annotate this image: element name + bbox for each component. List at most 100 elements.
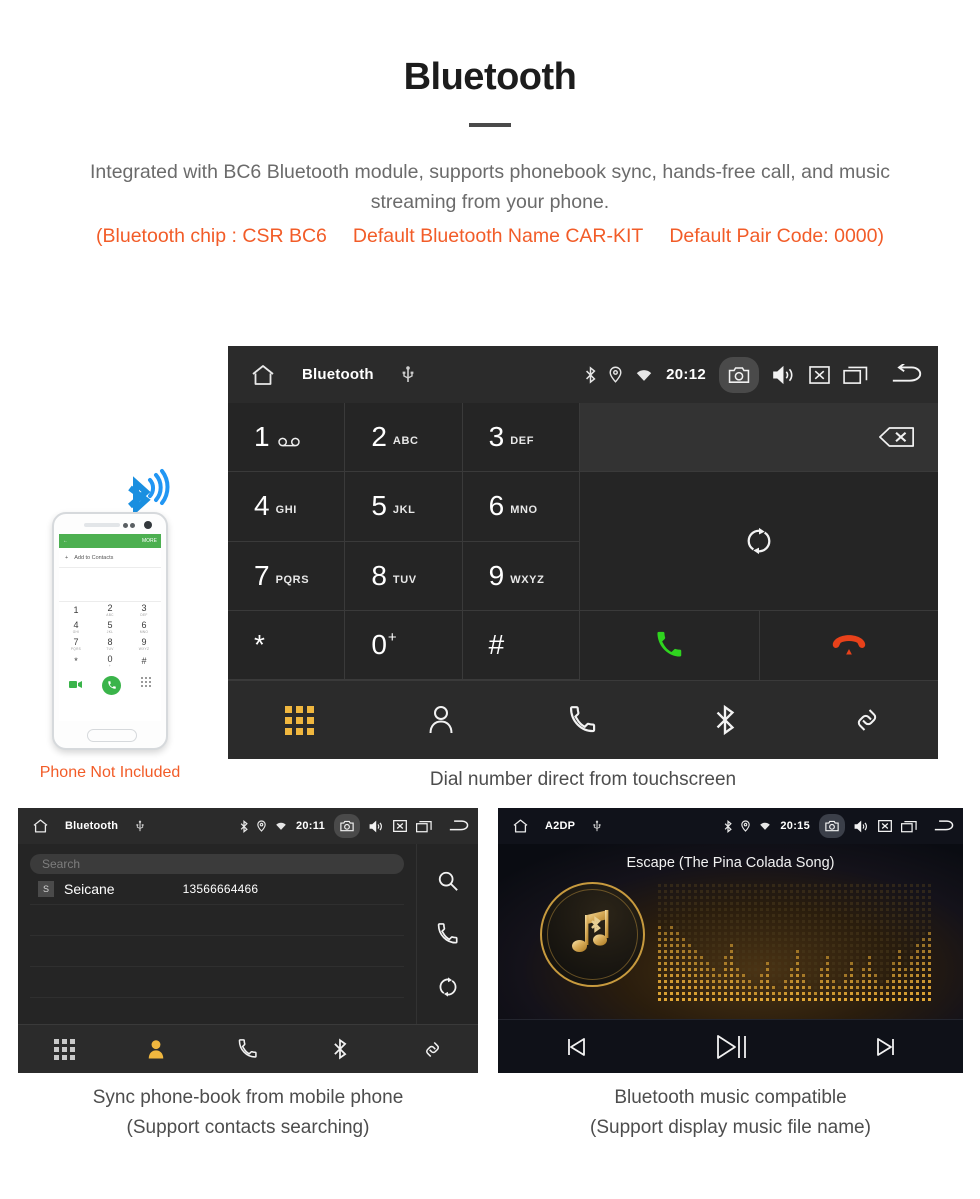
dial-key-6[interactable]: 6 MNO — [462, 472, 580, 542]
contact-row-empty — [30, 936, 404, 967]
dial-key-9[interactable]: 9 WXYZ — [462, 541, 580, 611]
dialer-statusbar: Bluetooth 20:12 — [228, 346, 938, 403]
tab-link[interactable] — [386, 1039, 478, 1060]
phone-add-contacts-row: + Add to Contacts — [59, 548, 161, 568]
tab-contacts[interactable] — [370, 705, 512, 735]
end-call-button[interactable] — [760, 611, 939, 680]
music-stage: Escape (The Pina Colada Song) — [498, 844, 963, 1019]
phone-key: 2 ABC — [106, 603, 114, 618]
dial-key-0[interactable]: 0 + — [345, 610, 463, 680]
phone-key: 5 JKL — [106, 620, 114, 635]
tab-link[interactable] — [796, 705, 938, 735]
previous-track-button[interactable] — [498, 1034, 653, 1060]
music-clock: 20:15 — [780, 820, 810, 832]
phone-body: ← MORE + Add to Contacts 1 2 ABC 3 DEF 4 GH… — [52, 512, 168, 750]
phonebook-caption-line2: (Support contacts searching) — [126, 1117, 370, 1138]
volume-icon[interactable] — [369, 820, 384, 833]
location-icon — [609, 366, 622, 383]
phone-key: 3 DEF — [140, 603, 148, 618]
back-icon[interactable] — [890, 363, 924, 386]
next-track-icon — [873, 1034, 899, 1060]
volume-icon[interactable] — [854, 820, 869, 833]
phone-call-button — [102, 675, 121, 695]
close-box-icon[interactable] — [809, 365, 830, 384]
switch-audio-button[interactable] — [580, 472, 938, 611]
dialer-panel: Bluetooth 20:12 1 2 ABC 3 DEF 4 GHI 5 JK… — [228, 346, 938, 759]
phone-sensor-dot — [123, 522, 128, 528]
back-icon[interactable] — [933, 819, 955, 833]
dial-key-3[interactable]: 3 DEF — [462, 403, 580, 473]
sync-icon[interactable] — [437, 976, 459, 998]
dial-key-4[interactable]: 4 GHI — [228, 472, 346, 542]
wifi-icon — [275, 821, 287, 831]
call-icon — [655, 631, 683, 659]
dial-key-1[interactable]: 1 — [228, 403, 346, 473]
end-call-icon — [831, 633, 867, 657]
phone-keypad: 1 2 ABC 3 DEF 4 GHI 5 JKL 6 MNO 7 PQRS 8 TUV 9W… — [59, 602, 161, 670]
volume-icon[interactable] — [772, 365, 796, 385]
camera-icon[interactable] — [819, 814, 845, 838]
keypad-area: 1 2 ABC 3 DEF 4 GHI 5 JKL 6 MNO 7 PQRS 8… — [228, 403, 938, 680]
home-icon[interactable] — [250, 363, 276, 387]
next-track-button[interactable] — [808, 1034, 963, 1060]
camera-icon[interactable] — [334, 814, 360, 838]
music-panel: A2DP 20:15 Escape (The Pina Colada Song) — [498, 808, 963, 1073]
dialer-caption: Dial number direct from touchscreen — [429, 769, 737, 790]
bluetooth-icon — [240, 819, 248, 833]
dialer-right-column — [580, 403, 938, 680]
recents-icon[interactable] — [416, 820, 432, 833]
contact-row[interactable]: S Seicane 13566664466 — [30, 874, 404, 905]
dialer-clock: 20:12 — [666, 366, 706, 383]
spec-pair-code: Default Pair Code: 0000) — [669, 225, 884, 247]
voicemail-icon — [277, 437, 300, 447]
tab-contacts[interactable] — [110, 1039, 202, 1060]
intro-paragraph: Integrated with BC6 Bluetooth module, su… — [90, 161, 890, 213]
tab-keypad[interactable] — [228, 705, 370, 735]
tab-call-history[interactable] — [512, 706, 654, 734]
phonebook-title: Bluetooth — [65, 820, 119, 832]
call-icon[interactable] — [437, 923, 459, 945]
dial-key-7[interactable]: 7 PQRS — [228, 541, 346, 611]
close-box-icon[interactable] — [878, 820, 892, 832]
title-divider — [469, 123, 511, 127]
close-box-icon[interactable] — [393, 820, 407, 832]
tab-keypad[interactable] — [18, 1038, 110, 1060]
backspace-icon[interactable] — [878, 426, 916, 448]
contact-badge: S — [38, 881, 54, 897]
phone-more-label: MORE — [142, 538, 157, 544]
usb-icon — [136, 820, 144, 833]
phone-illustration: ← MORE + Add to Contacts 1 2 ABC 3 DEF 4 GH… — [40, 469, 180, 781]
recents-icon[interactable] — [843, 365, 868, 385]
number-display[interactable] — [580, 403, 938, 473]
phonebook-caption: Sync phone-book from mobile phone (Suppo… — [18, 1083, 478, 1143]
dial-key-2[interactable]: 2 ABC — [345, 403, 463, 473]
usb-icon — [402, 365, 414, 384]
plus-icon: + — [65, 554, 69, 561]
spec-name: Default Bluetooth Name CAR-KIT — [352, 225, 644, 247]
search-input[interactable]: Search — [30, 854, 404, 874]
phonebook-statusbar: Bluetooth 20:11 — [18, 808, 478, 844]
search-icon[interactable] — [437, 870, 459, 892]
back-icon[interactable] — [448, 819, 470, 833]
recents-icon[interactable] — [901, 820, 917, 833]
call-button[interactable] — [580, 610, 760, 680]
phone-sensor-dot — [130, 522, 135, 528]
music-caption-line1: Bluetooth music compatible — [614, 1087, 847, 1108]
contact-icon — [147, 1039, 165, 1060]
numeric-keypad: 1 2 ABC 3 DEF 4 GHI 5 JKL 6 MNO 7 PQRS 8… — [228, 403, 580, 680]
phone-screen: ← MORE + Add to Contacts 1 2 ABC 3 DEF 4 GH… — [59, 534, 161, 721]
tab-bluetooth[interactable] — [654, 704, 796, 736]
phone-key: 4 GHI — [72, 620, 80, 635]
keypad-icon — [284, 705, 314, 735]
home-icon[interactable] — [32, 818, 49, 834]
dial-key-5[interactable]: 5 JKL — [345, 472, 463, 542]
camera-icon[interactable] — [719, 356, 759, 393]
music-caption: Bluetooth music compatible (Support disp… — [498, 1083, 963, 1143]
dial-key-8[interactable]: 8 TUV — [345, 541, 463, 611]
tab-call-history[interactable] — [202, 1039, 294, 1059]
home-icon[interactable] — [512, 818, 529, 834]
play-pause-button[interactable] — [653, 1032, 808, 1062]
tab-bluetooth[interactable] — [294, 1038, 386, 1060]
dial-key-star[interactable]: * — [228, 610, 346, 680]
dial-key-hash[interactable]: # — [462, 610, 580, 680]
